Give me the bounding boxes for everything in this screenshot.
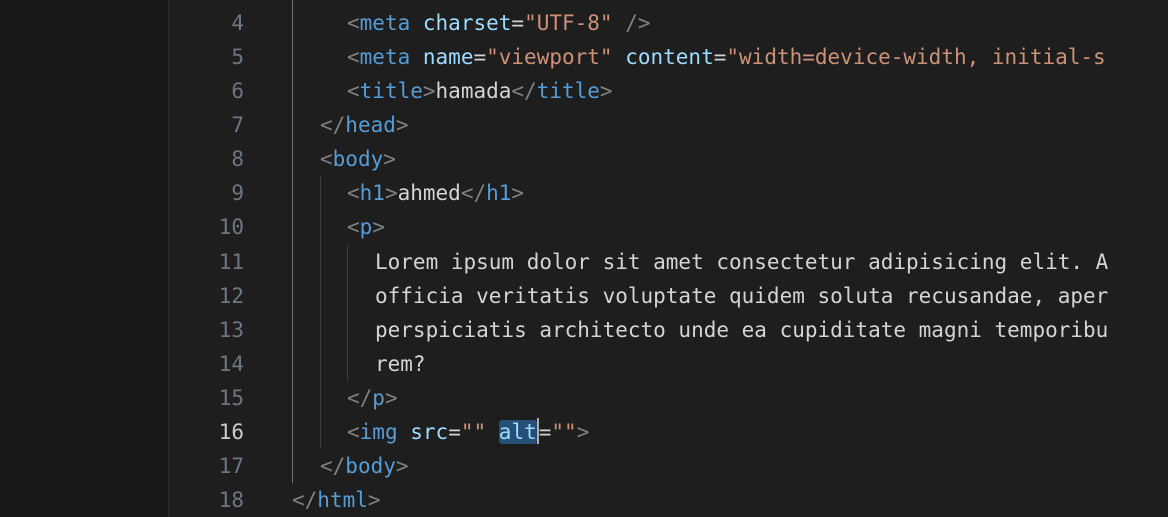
code-line-15[interactable]: </p>: [347, 381, 398, 415]
code-line-4[interactable]: <meta charset="UTF-8" />: [347, 6, 651, 40]
line-number: 17: [218, 454, 244, 478]
line-number: 7: [231, 113, 244, 137]
line-number: 13: [218, 318, 244, 342]
indent-guide: [320, 176, 321, 448]
code-line-7[interactable]: </head>: [320, 108, 409, 142]
line-number: 8: [231, 147, 244, 171]
line-number-active: 16: [218, 420, 244, 444]
indent-guide: [347, 245, 348, 381]
code-line-18[interactable]: </html>: [292, 483, 381, 517]
line-number: 12: [218, 284, 244, 308]
code-line-6[interactable]: <title>hamada</title>: [347, 74, 613, 108]
line-number: 11: [218, 250, 244, 274]
selected-text[interactable]: alt: [498, 420, 537, 444]
line-number-gutter: 4 5 6 7 8 9 10 11 12 13 14 15 16 17 18: [169, 0, 275, 517]
code-line-17[interactable]: </body>: [320, 449, 409, 483]
line-number: 14: [218, 352, 244, 376]
code-line-10[interactable]: <p>: [347, 210, 385, 244]
code-line-13[interactable]: perspiciatis architecto unde ea cupidita…: [375, 313, 1108, 347]
code-area[interactable]: <meta charset="UTF-8" /> <meta name="vie…: [292, 0, 1168, 517]
line-number: 15: [218, 386, 244, 410]
code-line-14[interactable]: rem?: [375, 347, 426, 381]
line-number: 10: [218, 215, 244, 239]
code-line-11[interactable]: Lorem ipsum dolor sit amet consectetur a…: [375, 245, 1108, 279]
code-line-16[interactable]: <img src="" alt="">: [347, 415, 589, 449]
code-line-8[interactable]: <body>: [320, 142, 396, 176]
line-number: 6: [231, 79, 244, 103]
line-number: 4: [231, 11, 244, 35]
line-number: 5: [231, 45, 244, 69]
code-editor[interactable]: 4 5 6 7 8 9 10 11 12 13 14 15 16 17 18 <…: [0, 0, 1168, 517]
code-line-9[interactable]: <h1>ahmed</h1>: [347, 176, 524, 210]
line-number: 9: [231, 181, 244, 205]
code-line-12[interactable]: officia veritatis voluptate quidem solut…: [375, 279, 1108, 313]
indent-guide: [292, 0, 293, 483]
line-number: 18: [218, 488, 244, 512]
side-panel: [0, 0, 169, 517]
code-line-5[interactable]: <meta name="viewport" content="width=dev…: [347, 40, 1106, 74]
